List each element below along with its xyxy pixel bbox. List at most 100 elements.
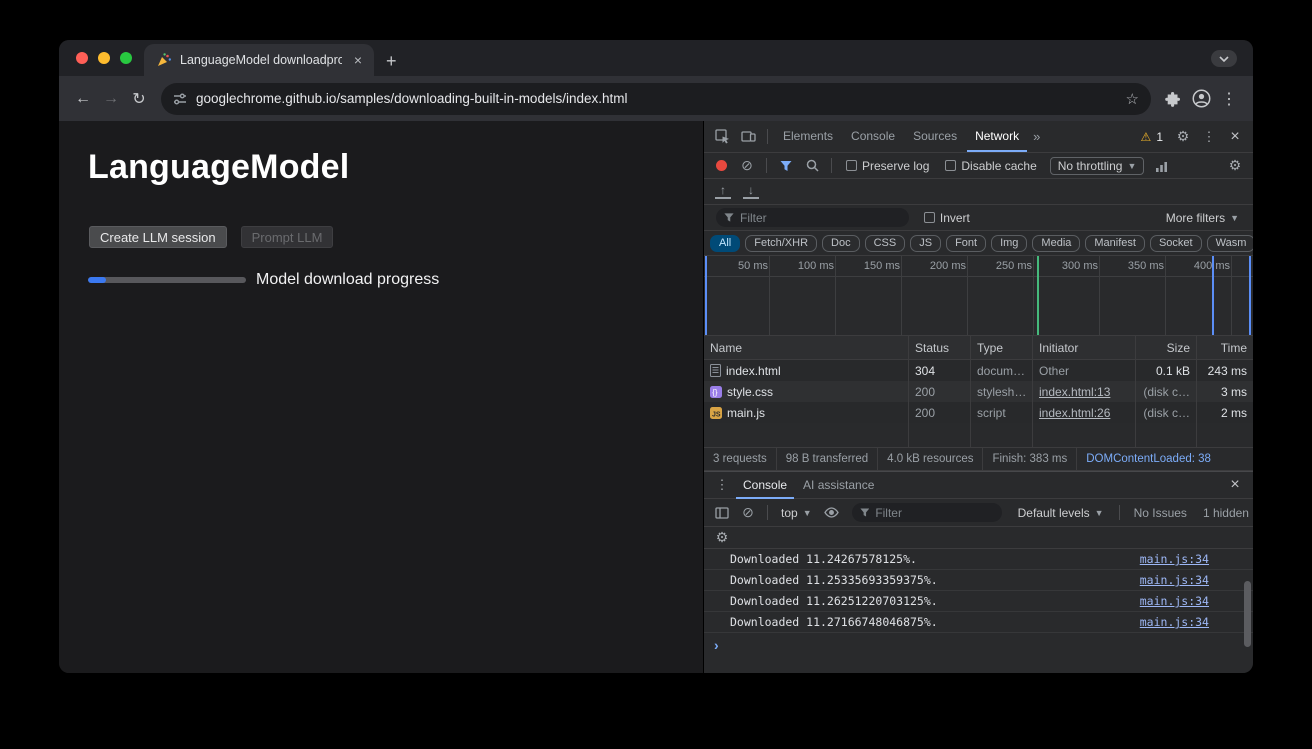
console-scrollbar-thumb[interactable] bbox=[1244, 581, 1251, 647]
minimize-window-button[interactable] bbox=[98, 52, 110, 64]
console-prompt[interactable]: › bbox=[704, 633, 1253, 656]
network-filter-chip[interactable]: All bbox=[710, 235, 740, 252]
preserve-log-checkbox[interactable]: Preserve log bbox=[846, 159, 929, 173]
throttling-select[interactable]: No throttling ▼ bbox=[1050, 157, 1145, 175]
reload-button[interactable]: ↻ bbox=[125, 85, 153, 113]
console-source-link[interactable]: main.js:34 bbox=[1140, 552, 1209, 566]
export-har-icon[interactable]: ↓ bbox=[743, 184, 759, 199]
log-levels-select[interactable]: Default levels ▼ bbox=[1018, 506, 1104, 520]
tab-close-icon[interactable]: × bbox=[350, 52, 366, 68]
forward-button[interactable]: → bbox=[97, 85, 125, 113]
network-filter-input[interactable] bbox=[740, 211, 901, 225]
console-source-link[interactable]: main.js:34 bbox=[1140, 615, 1209, 629]
devtools-tab-elements[interactable]: Elements bbox=[775, 121, 841, 152]
network-filter-chip[interactable]: Fetch/XHR bbox=[745, 235, 817, 252]
tab-search-button[interactable] bbox=[1211, 50, 1237, 67]
back-button[interactable]: ← bbox=[69, 85, 97, 113]
drawer-menu-dots-icon[interactable]: ⋮ bbox=[710, 474, 734, 496]
console-sidebar-icon[interactable] bbox=[710, 502, 734, 524]
clear-network-log-icon[interactable]: ⊘ bbox=[735, 155, 759, 177]
address-bar[interactable]: googlechrome.github.io/samples/downloadi… bbox=[161, 83, 1151, 115]
import-har-icon[interactable]: ↑ bbox=[715, 184, 731, 199]
network-filter-chip[interactable]: Font bbox=[946, 235, 986, 252]
error-badge-count[interactable]: 1 bbox=[1156, 130, 1163, 144]
inspect-element-icon[interactable] bbox=[710, 126, 734, 148]
live-expression-eye-icon[interactable] bbox=[820, 502, 844, 524]
initiator-link[interactable]: index.html:13 bbox=[1039, 385, 1110, 399]
execution-context-select[interactable]: top ▼ bbox=[781, 506, 812, 520]
invert-filter-checkbox[interactable]: Invert bbox=[924, 211, 970, 225]
console-settings-gear-icon[interactable]: ⚙ bbox=[710, 527, 734, 549]
network-overview-timeline[interactable]: 50 ms 100 ms 150 ms 200 ms 250 ms 300 ms… bbox=[704, 256, 1253, 336]
network-filter-chip[interactable]: Wasm bbox=[1207, 235, 1253, 252]
network-request-row[interactable]: JS main.js 200 script index.html:26 (dis… bbox=[704, 402, 1253, 423]
create-llm-session-button[interactable]: Create LLM session bbox=[89, 226, 227, 248]
disable-cache-checkbox[interactable]: Disable cache bbox=[945, 159, 1036, 173]
network-request-row[interactable]: {} style.css 200 stylesh… index.html:13 … bbox=[704, 381, 1253, 402]
network-settings-gear-icon[interactable]: ⚙ bbox=[1223, 155, 1247, 177]
drawer-tab-console[interactable]: Console bbox=[736, 472, 794, 499]
checkbox-box[interactable] bbox=[945, 160, 956, 171]
site-settings-icon[interactable] bbox=[173, 92, 187, 106]
device-toolbar-icon[interactable] bbox=[736, 126, 760, 148]
network-filter-chip[interactable]: Media bbox=[1032, 235, 1080, 252]
drawer-close-icon[interactable]: × bbox=[1223, 474, 1247, 496]
new-tab-button[interactable]: + bbox=[386, 52, 397, 70]
devtools-settings-gear-icon[interactable]: ⚙ bbox=[1171, 126, 1195, 148]
devtools-tab-network[interactable]: Network bbox=[967, 121, 1027, 152]
devtools-close-icon[interactable]: × bbox=[1223, 126, 1247, 148]
clear-console-icon[interactable]: ⊘ bbox=[736, 502, 760, 524]
network-filter-chip[interactable]: Manifest bbox=[1085, 235, 1145, 252]
close-window-button[interactable] bbox=[76, 52, 88, 64]
request-size: (disk c… bbox=[1136, 381, 1197, 402]
column-header-time[interactable]: Time bbox=[1197, 336, 1253, 359]
warning-triangle-icon[interactable]: ⚠ bbox=[1141, 130, 1152, 144]
browser-menu-dots-icon[interactable]: ⋮ bbox=[1215, 85, 1243, 113]
request-name: style.css bbox=[727, 385, 773, 399]
record-network-log-button[interactable] bbox=[716, 160, 727, 171]
hidden-messages-count[interactable]: 1 hidden bbox=[1203, 506, 1249, 520]
network-filter-chip[interactable]: CSS bbox=[865, 235, 906, 252]
bookmark-star-icon[interactable]: ☆ bbox=[1126, 90, 1139, 108]
console-filter-input[interactable] bbox=[875, 506, 993, 520]
request-type-chips: All Fetch/XHR Doc CSS JS Font Img Media … bbox=[704, 231, 1253, 256]
network-table-header[interactable]: Name Status Type Initiator Size Time bbox=[704, 336, 1253, 360]
network-filter-chip[interactable]: Doc bbox=[822, 235, 860, 252]
more-tabs-icon[interactable]: » bbox=[1029, 129, 1044, 144]
network-request-row[interactable]: index.html 304 docum… Other 0.1 kB 243 m… bbox=[704, 360, 1253, 381]
network-filter-toggle-icon[interactable] bbox=[774, 155, 798, 177]
network-conditions-icon[interactable] bbox=[1150, 155, 1174, 177]
console-source-link[interactable]: main.js:34 bbox=[1140, 573, 1209, 587]
devtools-tab-sources[interactable]: Sources bbox=[905, 121, 965, 152]
issues-counter[interactable]: No Issues bbox=[1134, 506, 1187, 520]
drawer-tab-ai-assistance[interactable]: AI assistance bbox=[796, 472, 881, 499]
column-header-status[interactable]: Status bbox=[909, 336, 971, 359]
column-header-initiator[interactable]: Initiator bbox=[1033, 336, 1136, 359]
execution-context-value: top bbox=[781, 506, 798, 520]
network-filter-box[interactable] bbox=[716, 208, 909, 227]
extensions-puzzle-icon[interactable] bbox=[1159, 85, 1187, 113]
prompt-llm-button[interactable]: Prompt LLM bbox=[241, 226, 334, 248]
console-drawer-tabbar: ⋮ Console AI assistance × bbox=[704, 471, 1253, 499]
column-header-size[interactable]: Size bbox=[1136, 336, 1197, 359]
network-filter-chip[interactable]: Socket bbox=[1150, 235, 1202, 252]
checkbox-box[interactable] bbox=[924, 212, 935, 223]
checkbox-box[interactable] bbox=[846, 160, 857, 171]
profile-avatar[interactable] bbox=[1187, 85, 1215, 113]
network-search-icon[interactable] bbox=[800, 155, 824, 177]
devtools-menu-dots-icon[interactable]: ⋮ bbox=[1197, 126, 1221, 148]
fullscreen-window-button[interactable] bbox=[120, 52, 132, 64]
column-header-name[interactable]: Name bbox=[704, 336, 909, 359]
initiator-link[interactable]: index.html:26 bbox=[1039, 406, 1110, 420]
more-filters-button[interactable]: More filters ▼ bbox=[1166, 211, 1239, 225]
column-header-type[interactable]: Type bbox=[971, 336, 1033, 359]
devtools-tab-console[interactable]: Console bbox=[843, 121, 903, 152]
request-time: 243 ms bbox=[1197, 360, 1253, 381]
download-progress-bar bbox=[88, 277, 246, 283]
browser-tab[interactable]: LanguageModel downloadpro × bbox=[144, 44, 374, 76]
console-message: Downloaded 11.25335693359375%. main.js:3… bbox=[704, 570, 1253, 591]
network-filter-chip[interactable]: JS bbox=[910, 235, 941, 252]
console-source-link[interactable]: main.js:34 bbox=[1140, 594, 1209, 608]
network-filter-chip[interactable]: Img bbox=[991, 235, 1027, 252]
console-filter-box[interactable] bbox=[852, 503, 1002, 522]
